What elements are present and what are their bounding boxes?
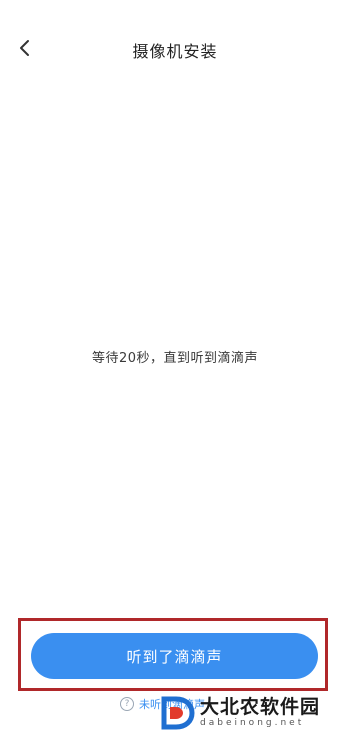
- question-circle-icon: ?: [120, 697, 134, 711]
- watermark-name: 大北农软件园: [200, 696, 321, 718]
- page-title: 摄像机安装: [132, 42, 218, 61]
- watermark-domain: dabeinong.net: [200, 718, 305, 728]
- instruction-text: 等待20秒，直到听到滴滴声: [91, 351, 259, 366]
- top-bar: 摄像机安装: [0, 0, 350, 96]
- heard-beep-button[interactable]: 听到了滴滴声: [31, 633, 318, 679]
- watermark: 大北农软件园 dabeinong.net: [160, 690, 350, 735]
- watermark-logo-icon: [161, 696, 195, 729]
